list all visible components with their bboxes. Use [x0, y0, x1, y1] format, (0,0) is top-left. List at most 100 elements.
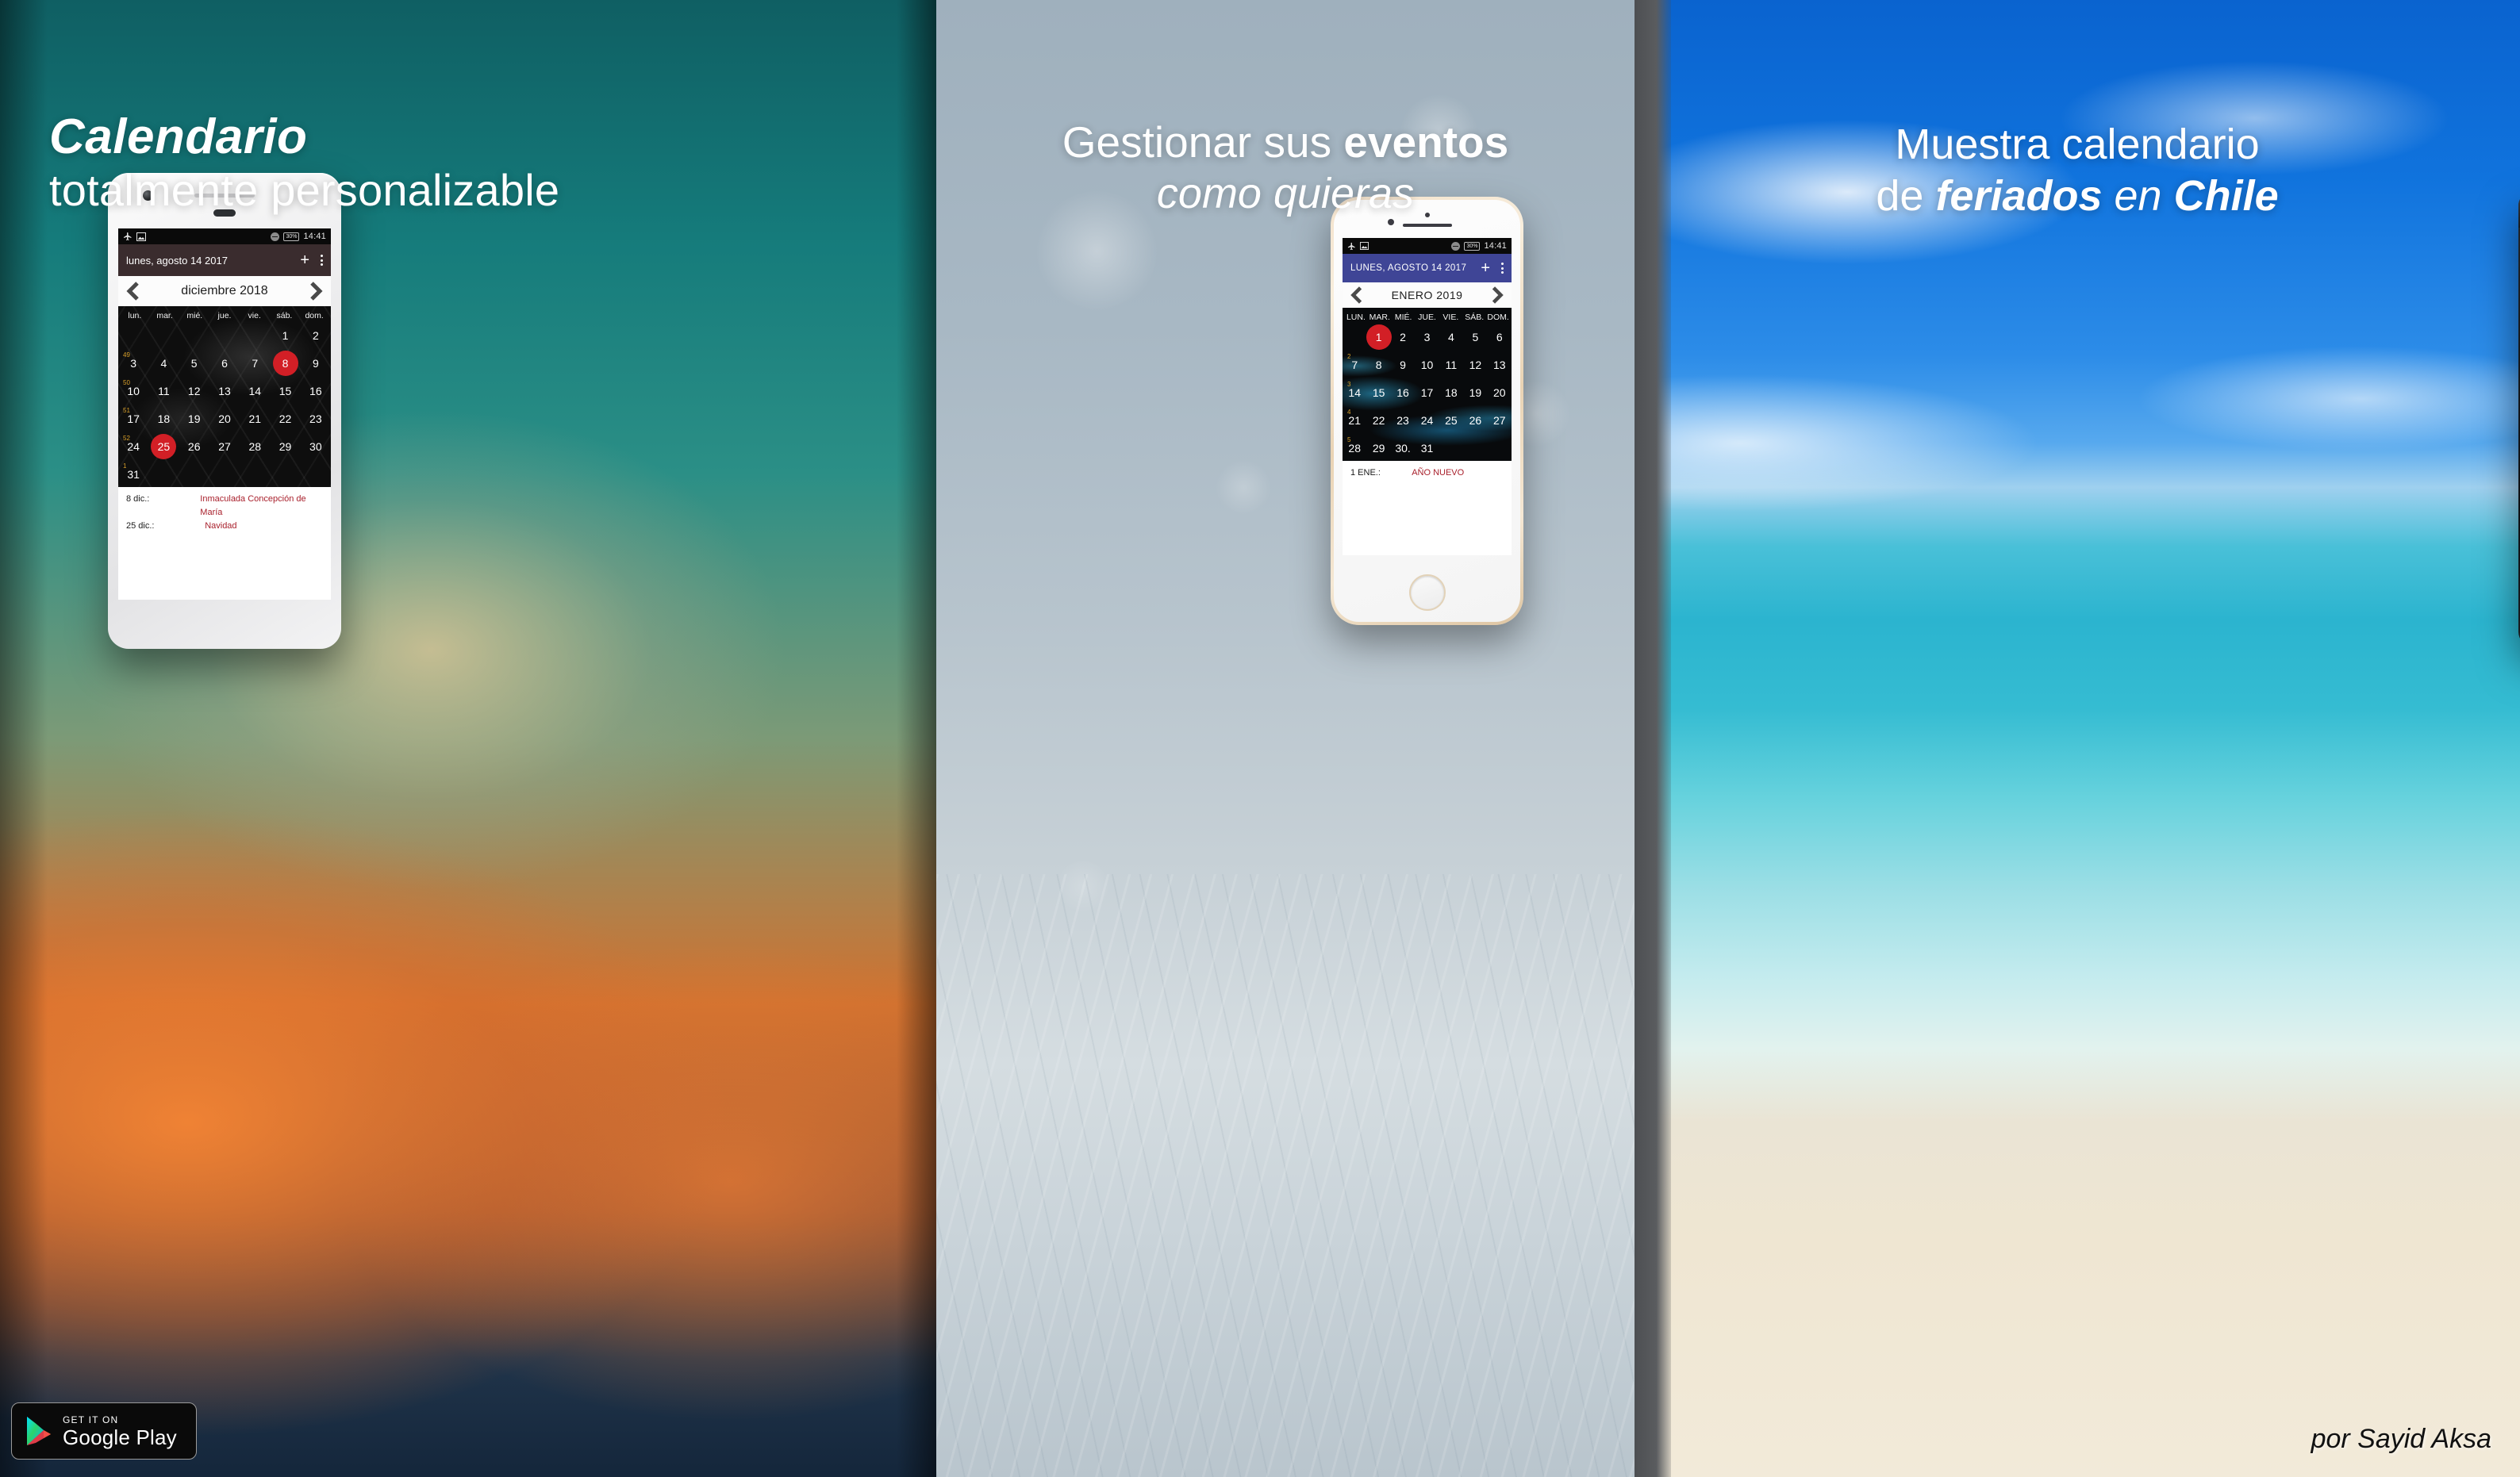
day-cell[interactable]: 5 28: [1343, 435, 1366, 461]
day-cell[interactable]: 9: [301, 350, 331, 376]
day-cell[interactable]: 13: [1488, 351, 1512, 378]
day-number: 17: [1420, 386, 1434, 399]
headline-line-1: Calendario: [49, 109, 308, 164]
day-number: 1: [1375, 330, 1382, 343]
day-cell[interactable]: 19: [1463, 379, 1487, 405]
day-cell[interactable]: 17: [1415, 379, 1439, 405]
day-number: 4: [160, 356, 167, 370]
day-cell[interactable]: 5: [179, 350, 209, 376]
day-number: 19: [187, 412, 201, 425]
chevron-right-icon[interactable]: [1489, 286, 1505, 305]
day-cell[interactable]: 11: [1439, 351, 1463, 378]
day-cell[interactable]: 2: [301, 322, 331, 348]
day-cell[interactable]: 29: [270, 433, 300, 459]
day-cell[interactable]: 22: [270, 405, 300, 432]
day-cell[interactable]: 1: [1366, 324, 1390, 350]
day-number: 7: [252, 356, 259, 370]
day-cell[interactable]: 8: [270, 350, 300, 376]
day-cell[interactable]: 4: [148, 350, 179, 376]
day-cell-empty: 0: [209, 322, 240, 348]
day-cell[interactable]: 3 14: [1343, 379, 1366, 405]
day-cell[interactable]: 30: [301, 433, 331, 459]
day-cell-empty: 0: [179, 461, 209, 487]
panel-eventos: Gestionar sus eventos como quieras 30% 1…: [936, 0, 1635, 1477]
day-cell[interactable]: 14: [240, 378, 270, 404]
day-cell[interactable]: 50 10: [118, 378, 148, 404]
event-row[interactable]: 25 dic.: Navidad: [126, 520, 323, 533]
day-cell[interactable]: 28: [240, 433, 270, 459]
add-event-button[interactable]: +: [1481, 260, 1490, 276]
day-cell[interactable]: 3: [1415, 324, 1439, 350]
day-cell[interactable]: 18: [148, 405, 179, 432]
event-row[interactable]: 8 dic.: Inmaculada Concepción de María: [126, 493, 323, 520]
app-toolbar: LUNES, AGOSTO 14 2017 +: [1343, 254, 1512, 282]
day-cell[interactable]: 31: [1415, 435, 1439, 461]
phone-device-gold-iphone: 30% 14:41 LUNES, AGOSTO 14 2017 + ENERO …: [1331, 197, 1523, 625]
day-cell[interactable]: 12: [179, 378, 209, 404]
weekday-header-row: lun. mar. mié. jue. vie. sáb. dom.: [118, 306, 331, 322]
airplane-icon: [124, 232, 132, 240]
day-cell[interactable]: 15: [270, 378, 300, 404]
day-cell[interactable]: 51 17: [118, 405, 148, 432]
home-button[interactable]: [1408, 574, 1446, 611]
day-number: 14: [248, 384, 262, 397]
day-cell[interactable]: 11: [148, 378, 179, 404]
google-play-wordmark: Google Play: [63, 1425, 177, 1449]
day-cell[interactable]: 4: [1439, 324, 1463, 350]
day-cell[interactable]: 21: [240, 405, 270, 432]
day-cell[interactable]: 1 31: [118, 461, 148, 487]
chevron-left-icon[interactable]: [125, 281, 142, 301]
day-cell[interactable]: 2: [1391, 324, 1415, 350]
day-number: 11: [158, 384, 170, 397]
day-cell[interactable]: 8: [1366, 351, 1390, 378]
day-cell[interactable]: 27: [1488, 407, 1512, 433]
day-cell[interactable]: 6: [1488, 324, 1512, 350]
day-cell[interactable]: 26: [1463, 407, 1487, 433]
day-cell[interactable]: 30.: [1391, 435, 1415, 461]
day-cell[interactable]: 52 24: [118, 433, 148, 459]
day-cell[interactable]: 20: [209, 405, 240, 432]
day-number: 4: [1448, 330, 1454, 343]
day-cell[interactable]: 9: [1391, 351, 1415, 378]
overflow-menu-icon[interactable]: [1501, 263, 1504, 274]
day-cell[interactable]: 7: [240, 350, 270, 376]
chevron-left-icon[interactable]: [1349, 286, 1365, 305]
day-cell[interactable]: 16: [1391, 379, 1415, 405]
chevron-right-icon[interactable]: [307, 281, 325, 301]
day-cell[interactable]: 22: [1366, 407, 1390, 433]
battery-level: 30%: [1464, 241, 1481, 251]
day-cell[interactable]: 12: [1463, 351, 1487, 378]
front-camera-icon: [1388, 219, 1394, 225]
day-cell[interactable]: 4 21: [1343, 407, 1366, 433]
day-cell[interactable]: 25: [1439, 407, 1463, 433]
day-cell[interactable]: 26: [179, 433, 209, 459]
day-cell[interactable]: 15: [1366, 379, 1390, 405]
day-cell[interactable]: 10: [1415, 351, 1439, 378]
event-row[interactable]: 1 ENE.: AÑO NUEVO: [1350, 466, 1504, 480]
overflow-menu-icon[interactable]: [321, 255, 323, 266]
day-cell[interactable]: 20: [1488, 379, 1512, 405]
day-cell[interactable]: 24: [1415, 407, 1439, 433]
day-cell-empty: 0: [270, 461, 300, 487]
day-cell[interactable]: 1: [270, 322, 300, 348]
google-play-badge[interactable]: GET IT ON Google Play: [11, 1402, 197, 1460]
day-cell[interactable]: 27: [1343, 351, 1366, 378]
add-event-button[interactable]: +: [300, 252, 309, 268]
day-cell[interactable]: 25: [148, 433, 179, 459]
headline-part-feriados: feriados: [1935, 171, 2103, 220]
day-cell[interactable]: 5: [1463, 324, 1487, 350]
day-cell[interactable]: 27: [209, 433, 240, 459]
day-cell[interactable]: 13: [209, 378, 240, 404]
day-cell[interactable]: 23: [301, 405, 331, 432]
day-number: 23: [1396, 413, 1409, 427]
day-cell[interactable]: 29: [1366, 435, 1390, 461]
day-cell[interactable]: 6: [209, 350, 240, 376]
panel2-background: [936, 0, 1635, 1477]
day-cell[interactable]: 19: [179, 405, 209, 432]
day-cell[interactable]: 16: [301, 378, 331, 404]
day-cell[interactable]: 23: [1391, 407, 1415, 433]
status-clock: 14:41: [303, 232, 326, 241]
day-cell[interactable]: 18: [1439, 379, 1463, 405]
day-number: 31: [127, 467, 140, 481]
day-cell[interactable]: 49 3: [118, 350, 148, 376]
